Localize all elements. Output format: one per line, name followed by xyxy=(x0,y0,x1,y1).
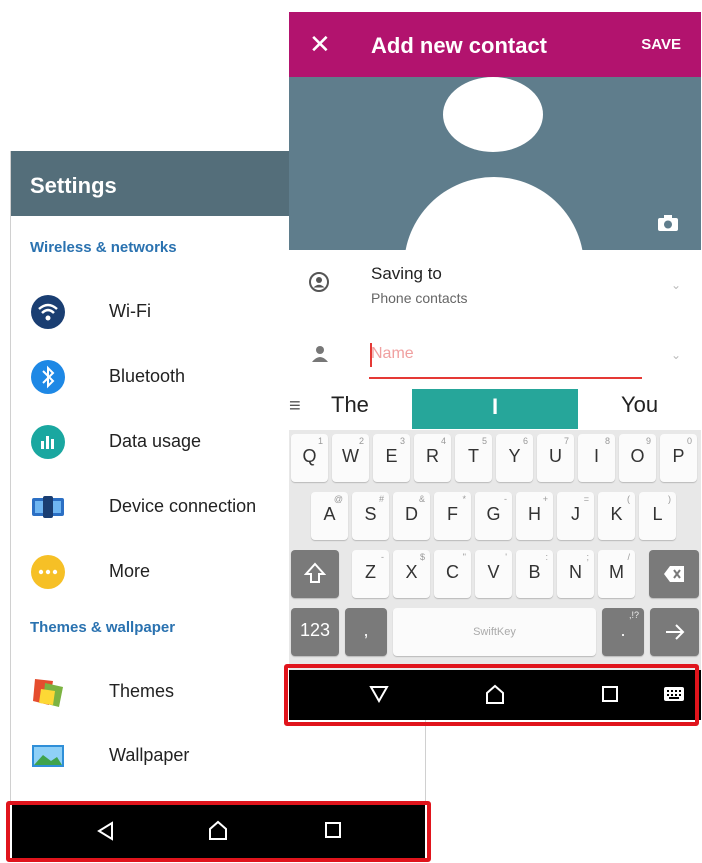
contact-app-bar: ✕ Add new contact SAVE xyxy=(289,12,701,77)
key-b[interactable]: :B xyxy=(516,550,553,598)
settings-item-wallpaper[interactable]: Wallpaper xyxy=(11,725,425,787)
suggestion-right[interactable]: You xyxy=(621,392,658,418)
backspace-key[interactable] xyxy=(649,550,699,598)
key-e[interactable]: 3E xyxy=(373,434,410,482)
suggestion-left[interactable]: The xyxy=(331,392,369,418)
add-contact-screen: ✕ Add new contact SAVE Saving to Phone c… xyxy=(289,12,701,720)
key-s[interactable]: # S xyxy=(352,492,389,540)
more-icon xyxy=(31,555,65,589)
key-r[interactable]: 4R xyxy=(414,434,451,482)
key-y[interactable]: 6Y xyxy=(496,434,533,482)
key-z[interactable]: -Z xyxy=(352,550,389,598)
key-g[interactable]: -G xyxy=(475,492,512,540)
key-c[interactable]: " C xyxy=(434,550,471,598)
key-t[interactable]: 5T xyxy=(455,434,492,482)
save-button[interactable]: SAVE xyxy=(641,36,681,53)
contact-photo-area[interactable] xyxy=(289,77,701,250)
close-icon[interactable]: ✕ xyxy=(309,29,331,60)
key-v[interactable]: ' V xyxy=(475,550,512,598)
shift-icon xyxy=(304,562,326,583)
settings-item-label: Wi-Fi xyxy=(109,301,151,321)
saving-to-value: Phone contacts xyxy=(371,290,468,306)
key-w[interactable]: 2W xyxy=(332,434,369,482)
saving-to-row[interactable]: Saving to Phone contacts ⌄ xyxy=(289,258,701,320)
key-u[interactable]: 7U xyxy=(537,434,574,482)
key-n[interactable]: ; N xyxy=(557,550,594,598)
chevron-down-icon: ⌄ xyxy=(670,278,681,292)
key-a[interactable]: @ A xyxy=(311,492,348,540)
section-themes-wallpaper: Themes & wallpaper xyxy=(30,619,176,636)
arrow-right-icon xyxy=(666,624,685,640)
avatar-head xyxy=(443,77,543,152)
space-key[interactable]: SwiftKey xyxy=(393,608,596,656)
wallpaper-icon xyxy=(32,745,64,767)
shift-key[interactable] xyxy=(291,550,339,598)
settings-item-label: Themes xyxy=(109,681,175,701)
settings-item-label: Bluetooth xyxy=(109,366,186,386)
key-q[interactable]: 1Q xyxy=(291,434,328,482)
person-icon xyxy=(312,346,328,362)
menu-icon[interactable]: ≡ xyxy=(289,395,301,418)
settings-item-label: Data usage xyxy=(109,431,202,451)
period-key[interactable]: ,!?. xyxy=(602,608,644,656)
suggestion-center[interactable]: I xyxy=(412,389,578,429)
themes-icon xyxy=(33,679,63,707)
settings-title: Settings xyxy=(30,173,117,198)
data-usage-icon xyxy=(31,425,65,459)
wifi-icon xyxy=(31,295,65,329)
contact-title: Add new contact xyxy=(371,33,548,58)
camera-icon[interactable] xyxy=(657,214,679,232)
settings-item-label: Device connection xyxy=(109,496,257,516)
comma-key[interactable]: , xyxy=(345,608,387,656)
section-wireless-networks: Wireless & networks xyxy=(30,239,177,256)
name-input[interactable]: Name xyxy=(371,345,414,363)
account-icon xyxy=(309,272,329,292)
numbers-key[interactable]: 123 xyxy=(291,608,339,656)
key-i[interactable]: 8I xyxy=(578,434,615,482)
suggestion-strip: ≡ The I You xyxy=(289,389,701,429)
key-l[interactable]: ) L xyxy=(639,492,676,540)
key-d[interactable]: & D xyxy=(393,492,430,540)
chevron-down-icon[interactable]: ⌄ xyxy=(671,348,681,362)
key-p[interactable]: 0P xyxy=(660,434,697,482)
text-cursor xyxy=(370,343,372,367)
key-o[interactable]: 9O xyxy=(619,434,656,482)
saving-to-label: Saving to xyxy=(371,264,442,283)
settings-item-label: More xyxy=(109,561,151,581)
key-j[interactable]: = J xyxy=(557,492,594,540)
name-input-underline xyxy=(369,377,642,379)
key-x[interactable]: $ X xyxy=(393,550,430,598)
settings-item-label: Wallpaper xyxy=(109,745,190,765)
key-m[interactable]: / M xyxy=(598,550,635,598)
device-connection-icon xyxy=(32,496,64,518)
keyboard: 1Q 2W 3E 4R 5T 6Y 7U 8I 9O 0P @ A # S & D *… xyxy=(289,430,701,670)
key-h[interactable]: + H xyxy=(516,492,553,540)
settings-navbar-highlight xyxy=(6,801,431,862)
key-f[interactable]: * F xyxy=(434,492,471,540)
key-k[interactable]: (K xyxy=(598,492,635,540)
avatar-body xyxy=(404,177,584,250)
enter-key[interactable] xyxy=(650,608,699,656)
bluetooth-icon xyxy=(31,360,65,394)
backspace-icon xyxy=(664,566,684,582)
suggestion-center-text: I xyxy=(491,394,499,419)
contact-navbar-highlight xyxy=(284,664,699,726)
